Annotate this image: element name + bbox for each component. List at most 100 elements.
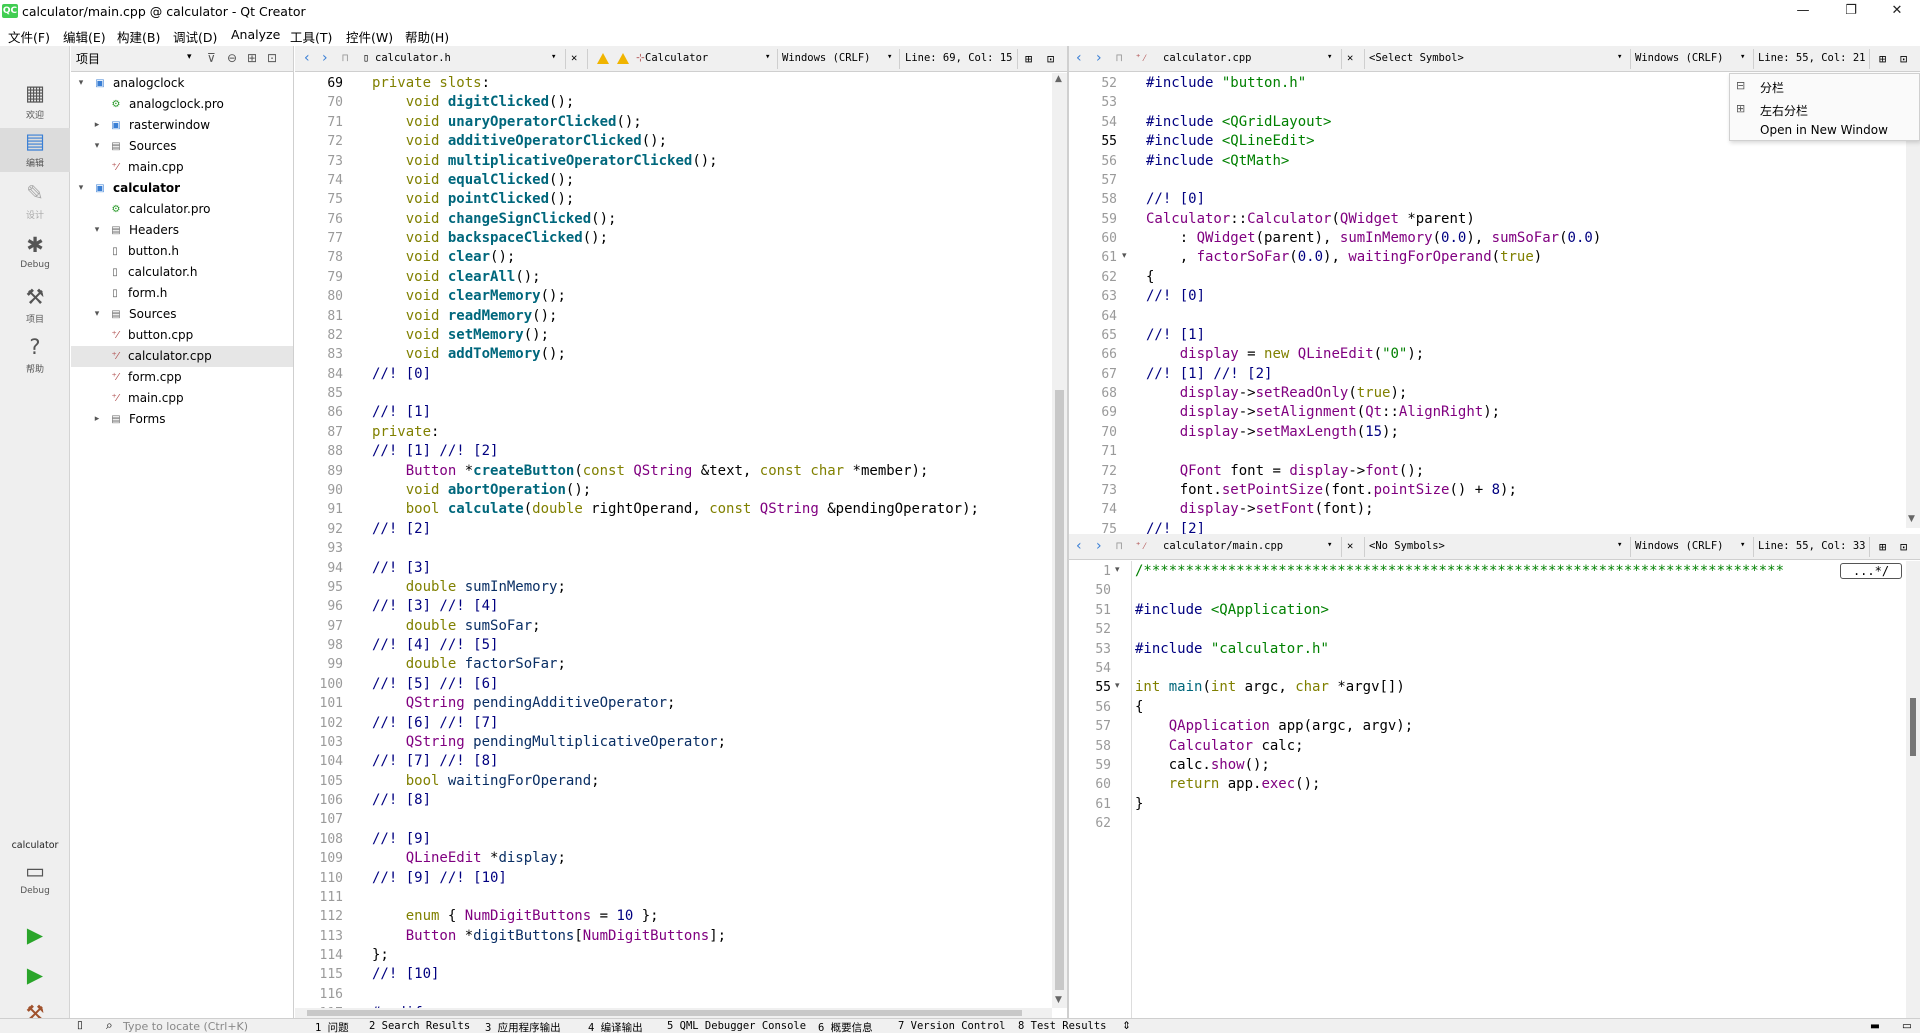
progress-icon[interactable]: ▬ [1870,1020,1880,1032]
chevron-up-icon[interactable]: ▲ [1055,74,1062,84]
forward-arrow-icon[interactable]: › [1096,50,1102,66]
code-line[interactable]: void addToMemory(); [372,345,566,364]
code-line[interactable]: //! [2] [1146,520,1205,534]
symbol-selector[interactable]: <Select Symbol> [1369,52,1464,64]
hscrollbar-thumb[interactable] [307,1010,1022,1016]
code-line[interactable]: Calculator::Calculator(QWidget *parent) [1146,210,1475,229]
code-line[interactable]: { [1135,698,1143,717]
tree-item[interactable]: ⁺⁄ main.cpp [71,157,293,178]
code-line[interactable]: int main(int argc, char *argv[]) [1135,678,1405,697]
menu-item-split-side-by-side[interactable]: 左右分栏 [1760,102,1808,119]
menu-edit[interactable]: 编辑(E) [63,27,106,46]
code-line[interactable]: //! [0] [1146,190,1205,209]
menu-analyze[interactable]: Analyze [231,27,280,42]
tree-item[interactable]: ⁺⁄ main.cpp [71,388,293,409]
code-line[interactable]: bool calculate(double rightOperand, cons… [372,500,979,519]
code-line[interactable]: #include "button.h" [1146,74,1306,93]
chevron-down-icon[interactable]: ▾ [92,220,102,241]
tree-item[interactable]: ▾ ▣ calculator [71,178,293,199]
code-line[interactable]: //! [1] [372,403,431,422]
left-editor-code[interactable]: private slots: void digitClicked(); void… [372,73,1052,1018]
code-line[interactable]: //! [6] //! [7] [372,714,498,733]
code-line[interactable]: { [1146,268,1154,287]
code-line[interactable]: void clearMemory(); [372,287,566,306]
tab-version-control[interactable]: 7 Version Control [898,1020,1005,1032]
code-line[interactable]: QApplication app(argc, argv); [1135,717,1413,736]
left-editor-hscrollbar[interactable] [295,1008,1052,1018]
code-line[interactable]: private slots: [372,74,490,93]
encoding-selector[interactable]: Windows (CRLF) [1635,540,1724,552]
debug-run-button[interactable]: ▶ [0,962,70,992]
code-line[interactable]: /***************************************… [1135,562,1784,581]
code-line[interactable]: //! [3] //! [4] [372,597,498,616]
tree-item[interactable]: ⁺⁄ calculator.cpp [71,346,293,367]
code-line[interactable]: void clearAll(); [372,268,541,287]
code-line[interactable]: double sumSoFar; [372,617,541,636]
code-line[interactable]: //! [9] //! [10] [372,869,507,888]
code-line[interactable]: //! [1] //! [2] [1146,365,1272,384]
code-line[interactable]: Button *createButton(const QString &text… [372,462,929,481]
mode-debug[interactable]: ✱ Debug [0,232,70,276]
close-split-icon[interactable]: ⊡ [1900,52,1907,66]
close-button[interactable]: ✕ [1874,0,1920,24]
tree-item[interactable]: ⚙ calculator.pro [71,199,293,220]
chevron-down-icon[interactable]: ▼ [1055,995,1062,1005]
code-line[interactable]: //! [0] [372,365,431,384]
symbol-selector[interactable]: Calculator [645,52,708,64]
menu-widgets[interactable]: 控件(W) [346,27,393,46]
tree-item[interactable]: ▯ calculator.h [71,262,293,283]
code-line[interactable]: #include <QtMath> [1146,152,1289,171]
close-pane-icon[interactable]: ⊡ [267,51,277,65]
cursor-position[interactable]: Line: 55, Col: 33 [1758,540,1865,552]
tab-qml-debugger-console[interactable]: 5 QML Debugger Console [667,1020,806,1032]
code-line[interactable]: private: [372,423,439,442]
file-selector[interactable]: calculator.cpp [1163,52,1252,64]
fold-arrow-icon[interactable]: ▾ [1115,681,1120,691]
split-icon[interactable]: ⊞ [1879,540,1886,554]
back-arrow-icon[interactable]: ‹ [1076,50,1082,66]
code-line[interactable]: //! [7] //! [8] [372,752,498,771]
folded-block-marker[interactable]: ...*/ [1840,563,1902,579]
code-line[interactable]: void additiveOperatorClicked(); [372,132,667,151]
tree-item[interactable]: ▾ ▤ Headers [71,220,293,241]
tree-item[interactable]: ⚙ analogclock.pro [71,94,293,115]
menu-tools[interactable]: 工具(T) [290,27,332,46]
code-line[interactable]: display->setMaxLength(15); [1146,423,1399,442]
link-icon[interactable]: ⊖ [227,51,237,65]
code-line[interactable]: void multiplicativeOperatorClicked(); [372,152,718,171]
split-icon[interactable]: ⊞ [1025,52,1032,66]
fold-arrow-icon[interactable]: ▾ [1115,565,1120,575]
tab-search-results[interactable]: 2 Search Results [369,1020,470,1032]
code-line[interactable]: void readMemory(); [372,307,558,326]
code-line[interactable]: bool waitingForOperand; [372,772,600,791]
code-line[interactable]: void digitClicked(); [372,93,575,112]
maximize-button[interactable]: ❐ [1828,0,1874,24]
code-line[interactable]: //! [8] [372,791,431,810]
right-bottom-editor-scrollbar[interactable] [1906,561,1920,1018]
menu-build[interactable]: 构建(B) [117,27,160,46]
code-line[interactable]: Calculator calc; [1135,737,1304,756]
tree-item[interactable]: ▾ ▣ analogclock [71,73,293,94]
split-icon[interactable]: ⊞ [1879,52,1886,66]
maximize-output-icon[interactable]: ▭ [1902,1020,1912,1032]
code-line[interactable]: calc.show(); [1135,756,1270,775]
code-line[interactable]: display->setAlignment(Qt::AlignRight); [1146,403,1500,422]
code-line[interactable]: void abortOperation(); [372,481,591,500]
back-arrow-icon[interactable]: ‹ [304,50,310,66]
code-line[interactable]: : QWidget(parent), sumInMemory(0.0), sum… [1146,229,1602,248]
tree-item[interactable]: ▯ button.h [71,241,293,262]
view-selector[interactable]: 项目 [74,50,199,68]
code-line[interactable]: //! [2] [372,520,431,539]
code-line[interactable]: display->setFont(font); [1146,500,1374,519]
chevron-down-icon[interactable]: ▾ [76,73,86,94]
code-line[interactable]: //! [5] //! [6] [372,675,498,694]
fold-arrow-icon[interactable]: ▾ [1122,251,1127,261]
code-line[interactable]: #include <QLineEdit> [1146,132,1315,151]
forward-arrow-icon[interactable]: › [1096,538,1102,554]
mode-edit[interactable]: ▤ 编辑 [0,128,70,172]
code-line[interactable]: //! [10] [372,965,439,984]
cursor-position[interactable]: Line: 69, Col: 15 [905,52,1012,64]
chevron-down-icon[interactable]: ▾ [92,136,102,157]
chevron-right-icon[interactable]: ▸ [92,409,102,430]
menu-debug[interactable]: 调试(D) [173,27,217,46]
